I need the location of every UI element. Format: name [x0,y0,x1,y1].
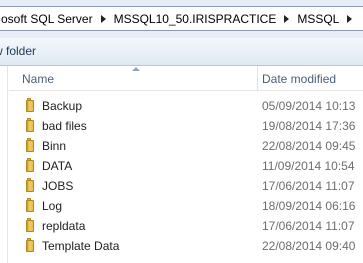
folder-icon [26,198,34,212]
file-date: 05/09/2014 10:13 [262,99,356,113]
column-header-name[interactable]: Name [22,72,54,86]
new-folder-button[interactable]: w folder [0,44,36,58]
breadcrumb-chevron-icon[interactable] [284,14,290,23]
file-date: 17/06/2014 11:07 [262,219,355,233]
list-item[interactable]: bad files 19/08/2014 17:36 [9,116,363,136]
file-date: 22/08/2014 09:45 [262,139,356,153]
column-header-date-modified[interactable]: Date modified [262,72,336,86]
list-item[interactable]: DATA 11/09/2014 10:54 [9,156,363,176]
file-name: Log [42,199,63,213]
file-name: Template Data [42,239,120,253]
sort-ascending-icon [132,67,140,71]
command-toolbar: w folder [0,38,363,66]
file-name: Binn [42,139,67,153]
file-name: repldata [42,219,86,233]
address-bar[interactable]: osoft SQL Server MSSQL10_50.IRISPRACTICE… [0,6,363,31]
folder-icon [26,238,34,252]
breadcrumb-label: MSSQL [297,11,340,26]
file-date: 17/06/2014 11:07 [262,179,355,193]
file-list: Backup 05/09/2014 10:13 bad files 19/08/… [9,96,363,256]
column-header-bar: Name Date modified [9,66,363,91]
list-item[interactable]: Binn 22/08/2014 09:45 [9,136,363,156]
file-name: DATA [42,159,73,173]
file-date: 22/08/2014 09:40 [262,239,356,253]
breadcrumb-item-instance[interactable]: MSSQL10_50.IRISPRACTICE [114,12,298,26]
folder-icon [26,98,34,112]
folder-icon [26,118,34,132]
column-divider[interactable] [257,66,258,91]
folder-icon [26,178,34,192]
file-date: 19/08/2014 17:36 [262,119,356,133]
folder-icon [26,138,34,152]
navigation-pane[interactable] [0,66,8,263]
folder-icon [26,158,34,172]
breadcrumb-label: osoft SQL Server [1,11,93,26]
list-item[interactable]: repldata 17/06/2014 11:07 [9,216,363,236]
list-item[interactable]: Log 18/09/2014 06:16 [9,196,363,216]
breadcrumb-item-mssql[interactable]: MSSQL [297,12,360,26]
file-name: JOBS [42,179,74,193]
breadcrumb-chevron-icon[interactable] [100,14,106,23]
file-date: 11/09/2014 10:54 [262,159,355,173]
breadcrumb-label: MSSQL10_50.IRISPRACTICE [113,11,277,26]
list-item[interactable]: Backup 05/09/2014 10:13 [9,96,363,116]
folder-icon [26,218,34,232]
breadcrumb-item-sql-server[interactable]: osoft SQL Server [1,12,114,26]
address-bar-area: osoft SQL Server MSSQL10_50.IRISPRACTICE… [0,0,363,38]
file-name: Backup [42,99,83,113]
list-item[interactable]: Template Data 22/08/2014 09:40 [9,236,363,256]
breadcrumb-chevron-icon[interactable] [347,14,353,23]
file-name: bad files [42,119,87,133]
file-date: 18/09/2014 06:16 [262,199,356,213]
list-item[interactable]: JOBS 17/06/2014 11:07 [9,176,363,196]
